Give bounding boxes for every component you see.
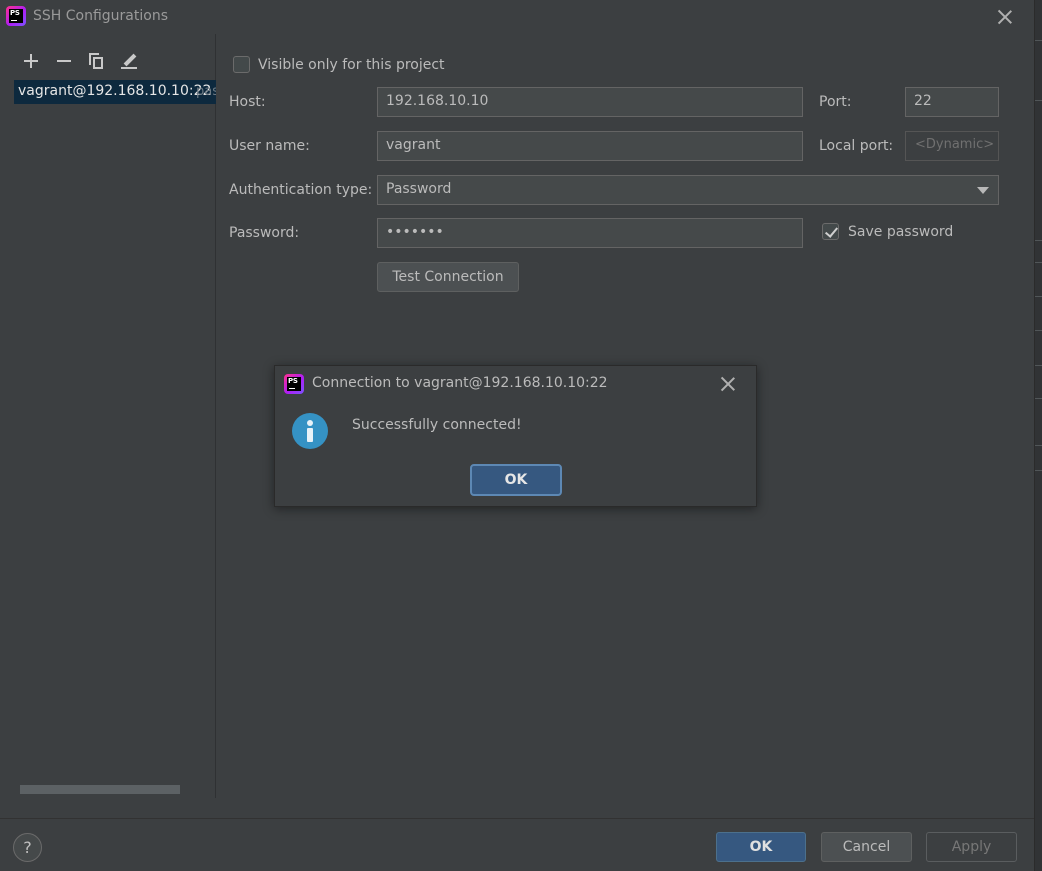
config-list-item[interactable]: vagrant@192.168.10.10:22 pas [14,80,216,104]
visible-only-label: Visible only for this project [258,57,445,73]
ok-button[interactable]: OK [716,832,806,862]
save-password-label: Save password [848,224,954,240]
dialog-ok-button[interactable]: OK [470,464,562,496]
window-title: SSH Configurations [33,8,168,24]
config-item-name: vagrant@192.168.10.10:22 [18,83,212,99]
host-label: Host: [229,94,266,110]
connection-result-dialog: PS Connection to vagrant@192.168.10.10:2… [274,365,757,507]
save-password-checkbox[interactable] [822,223,839,240]
title-bar: PS SSH Configurations [0,0,1034,34]
pencil-icon[interactable] [120,52,138,70]
phpstorm-logo-icon: PS [6,6,26,26]
auth-type-value: Password [386,181,452,197]
plus-icon[interactable] [22,52,40,70]
password-input[interactable]: ••••••• [377,218,803,248]
port-label: Port: [819,94,852,110]
minus-icon[interactable] [55,52,73,70]
visible-only-checkbox[interactable] [233,56,250,73]
auth-type-select[interactable]: Password [377,175,999,205]
local-port-label: Local port: [819,138,894,154]
chevron-down-icon [977,187,989,194]
port-input[interactable]: 22 [905,87,999,117]
host-input[interactable]: 192.168.10.10 [377,87,803,117]
dialog-title: Connection to vagrant@192.168.10.10:22 [312,375,608,391]
local-port-input[interactable]: <Dynamic> [905,131,999,161]
help-button[interactable]: ? [13,833,42,862]
dialog-message: Successfully connected! [352,417,522,433]
username-input[interactable]: vagrant [377,131,803,161]
password-label: Password: [229,225,300,241]
copy-icon[interactable] [87,52,105,70]
config-item-suffix: pas [196,84,216,99]
window-close-icon[interactable] [997,9,1013,25]
auth-type-label: Authentication type: [229,182,373,198]
info-icon [292,413,328,449]
cancel-button[interactable]: Cancel [821,832,912,862]
footer-divider [0,818,1034,819]
phpstorm-logo-icon: PS [284,374,304,394]
username-label: User name: [229,138,310,154]
apply-button[interactable]: Apply [926,832,1017,862]
background-window-edge [1034,0,1042,871]
test-connection-button[interactable]: Test Connection [377,262,519,292]
configurations-sidebar: vagrant@192.168.10.10:22 pas [0,34,216,798]
dialog-close-icon[interactable] [720,376,736,392]
horizontal-scrollbar[interactable] [20,785,180,794]
